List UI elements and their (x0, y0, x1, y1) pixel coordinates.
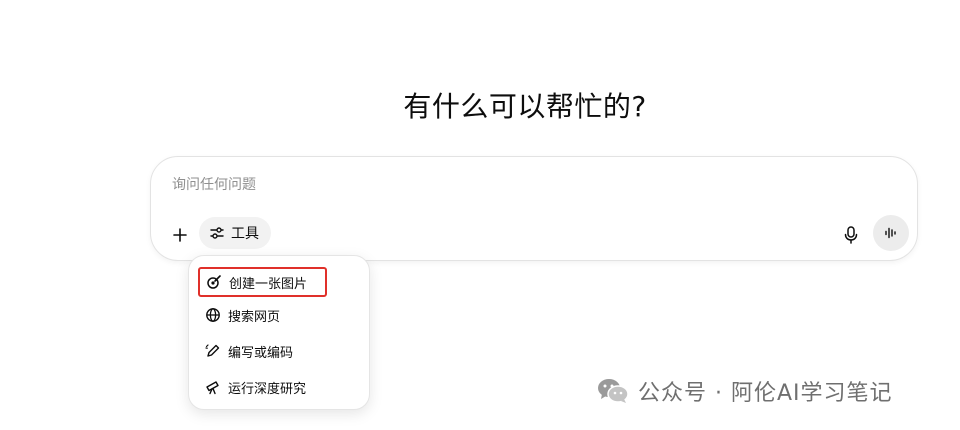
voice-waveform-icon (883, 225, 899, 241)
page-title: 有什么可以帮忙的? (403, 90, 647, 123)
menu-item-label: 编写或编码 (228, 345, 294, 361)
attach-button[interactable] (165, 220, 195, 250)
tools-menu: 创建一张图片 搜索网页 编写或编码 运行深度研究 (188, 255, 370, 410)
chat-home-page: 有什么可以帮忙的? 工具 (0, 0, 960, 430)
menu-item-deep-research[interactable]: 运行深度研究 (199, 372, 312, 402)
watermark: 公众号 · 阿伦AI学习笔记 (596, 374, 893, 408)
sliders-icon (209, 225, 225, 241)
prompt-input[interactable] (172, 177, 772, 193)
telescope-icon (205, 379, 221, 395)
menu-item-label: 运行深度研究 (228, 381, 307, 397)
dictate-button[interactable] (835, 219, 867, 251)
menu-item-write-code[interactable]: 编写或编码 (199, 336, 299, 366)
microphone-icon (842, 225, 860, 245)
menu-item-label: 搜索网页 (228, 309, 281, 325)
tools-button-label: 工具 (231, 226, 259, 242)
globe-icon (205, 307, 221, 323)
prompt-composer: 工具 (150, 156, 918, 261)
menu-item-create-image[interactable]: 创建一张图片 (198, 267, 327, 297)
watermark-text: 公众号 · 阿伦AI学习笔记 (638, 381, 893, 406)
plus-icon (171, 226, 189, 244)
menu-item-label: 创建一张图片 (229, 276, 308, 292)
wechat-icon (596, 376, 630, 406)
voice-mode-button[interactable] (873, 215, 909, 251)
image-create-icon (206, 274, 222, 290)
pen-icon (205, 343, 221, 359)
tools-button[interactable]: 工具 (199, 217, 271, 249)
menu-item-search-web[interactable]: 搜索网页 (199, 300, 286, 330)
